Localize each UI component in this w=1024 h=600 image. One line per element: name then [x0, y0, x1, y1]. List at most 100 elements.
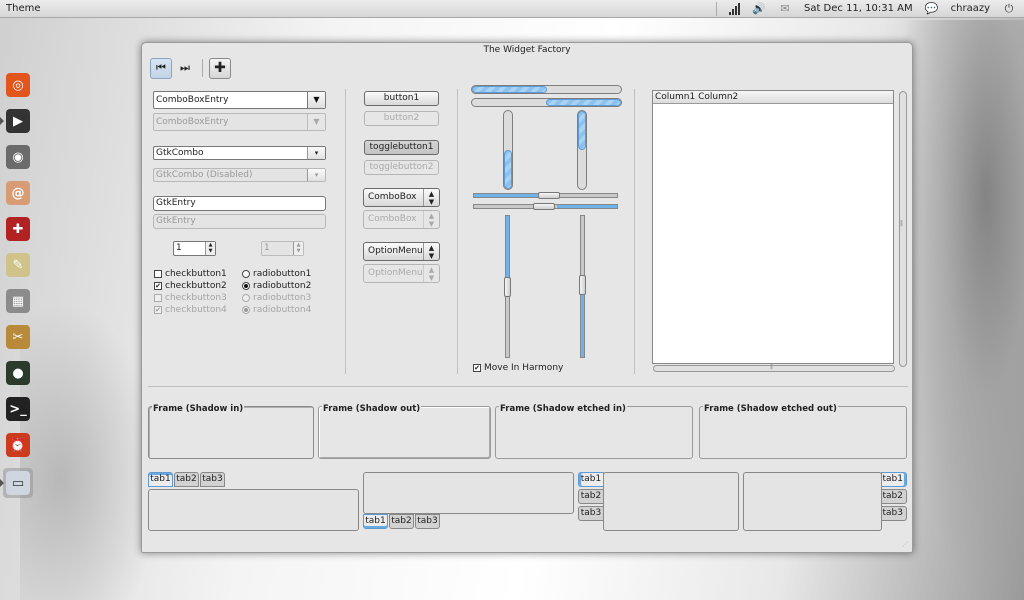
optionmenu-disabled-text: OptionMenu — [368, 268, 423, 278]
checkbutton[interactable]: ✔ checkbutton2 — [154, 280, 227, 292]
progress-fill — [504, 150, 512, 189]
checkbutton[interactable]: checkbutton1 — [154, 268, 227, 280]
optionmenu-text: OptionMenu — [368, 246, 423, 256]
go-last-icon: ⏭ — [180, 61, 190, 74]
notebook-tab[interactable]: tab1 — [881, 472, 907, 487]
combobox[interactable]: ComboBox ▲ ▼ — [363, 188, 440, 207]
launcher-item[interactable]: ◉ — [3, 142, 33, 172]
notebook-tab[interactable]: tab3 — [415, 514, 440, 529]
network-signal-icon[interactable] — [728, 2, 740, 15]
notebook-tab[interactable]: tab2 — [389, 514, 414, 529]
launcher-item[interactable]: ● — [3, 358, 33, 388]
notebook-tab[interactable]: tab2 — [881, 489, 907, 504]
launcher-item[interactable]: ⏰ — [3, 430, 33, 460]
launcher-item[interactable]: ✚ — [3, 214, 33, 244]
checkbox-checked-icon[interactable]: ✔ — [154, 282, 162, 290]
user-name[interactable]: chraazy — [951, 3, 990, 14]
mail-envelope-icon[interactable]: ✉ — [778, 2, 792, 15]
go-last-button[interactable]: ⏭ — [174, 58, 196, 79]
launcher-item[interactable]: ✂ — [3, 322, 33, 352]
notebook-tab[interactable]: tab1 — [363, 514, 388, 529]
comboboxentry-text: ComboBoxEntry — [156, 95, 229, 105]
radiobutton[interactable]: radiobutton2 — [242, 280, 311, 292]
checkbox-checked-icon[interactable]: ✔ — [473, 364, 481, 372]
window-title: The Widget Factory — [483, 45, 571, 55]
scroll-grip-icon: ‖ — [770, 363, 774, 370]
alarm-clock-icon: ⏰ — [6, 433, 30, 457]
tree-view[interactable]: Column1 Column2 ‖ ‖ — [652, 90, 907, 372]
gtkentry[interactable]: GtkEntry — [153, 196, 326, 211]
notebook-tab[interactable]: tab1 — [148, 472, 173, 487]
move-in-harmony-check[interactable]: ✔ Move In Harmony — [473, 362, 563, 374]
notebook-tab[interactable]: tab2 — [578, 489, 604, 504]
spin-arrows-icon[interactable]: ▲ ▼ — [205, 242, 215, 255]
launcher-item[interactable]: @ — [3, 178, 33, 208]
resize-grip-icon[interactable]: ⋰ — [902, 542, 912, 551]
checkbox-checked-icon: ✔ — [154, 306, 162, 314]
gtkcombo[interactable]: GtkCombo ▾ — [153, 146, 326, 160]
add-button[interactable]: ✚ — [209, 57, 231, 79]
power-icon[interactable]: ⏻ — [1002, 2, 1016, 15]
notebook-tab[interactable]: tab3 — [200, 472, 225, 487]
column-separator — [634, 89, 635, 374]
notebook-left-page — [603, 472, 739, 531]
go-first-button[interactable]: ⏮ — [150, 57, 172, 79]
notebook-tab[interactable]: tab3 — [578, 506, 604, 521]
up-down-arrows-icon: ▲ ▼ — [423, 265, 439, 282]
launcher-item[interactable]: >_ — [3, 394, 33, 424]
scale-handle[interactable] — [533, 203, 555, 210]
notebook-tab[interactable]: tab2 — [174, 472, 199, 487]
combobox-disabled-text: ComboBox — [368, 214, 417, 224]
top-panel: Theme 🔊 ✉ Sat Dec 11, 10:31 AM 💬 chraazy… — [0, 0, 1024, 18]
radiobutton-label: radiobutton3 — [253, 293, 312, 303]
checkbox-icon[interactable] — [154, 270, 162, 278]
launcher: ◎ ▶ ◉ @ ✚ ✎ ▦ ✂ ● >_ ⏰ ▭ — [0, 18, 36, 600]
notebook-tab-label: tab2 — [882, 491, 903, 501]
combobox-text: ComboBox — [368, 192, 417, 202]
up-down-arrows-icon[interactable]: ▲ ▼ — [423, 243, 439, 260]
launcher-item[interactable]: ◎ — [3, 70, 33, 100]
launcher-item[interactable]: ✎ — [3, 250, 33, 280]
scale-handle[interactable] — [504, 277, 511, 297]
scale-handle[interactable] — [538, 192, 560, 199]
column-header-1[interactable]: Column1 — [655, 92, 695, 102]
comboboxentry[interactable]: ComboBoxEntry ▼ — [153, 91, 326, 109]
progress-bar-horizontal-2 — [471, 98, 622, 107]
scale-handle[interactable] — [579, 275, 586, 295]
launcher-item[interactable]: ▦ — [3, 286, 33, 316]
text-editor-icon: ✎ — [6, 253, 30, 277]
launcher-item[interactable]: ▭ — [3, 468, 33, 498]
column-header-2[interactable]: Column2 — [698, 92, 738, 102]
volume-icon[interactable]: 🔊 — [752, 2, 766, 15]
launcher-item[interactable]: ▶ — [3, 106, 33, 136]
scroll-grip-icon: ‖ — [900, 220, 904, 227]
radio-icon[interactable] — [242, 270, 250, 278]
notebook-tab[interactable]: tab3 — [881, 506, 907, 521]
toolbar: ⏮ ⏭ ✚ — [150, 57, 231, 79]
button1[interactable]: button1 — [364, 91, 439, 106]
up-down-arrows-icon[interactable]: ▲ ▼ — [423, 189, 439, 206]
notebook-tab[interactable]: tab1 — [578, 472, 604, 487]
gtkcombo-disabled: GtkCombo (Disabled) ▾ — [153, 168, 326, 182]
progress-bar-vertical-2 — [577, 110, 587, 190]
spinbutton[interactable]: 1 ▲ ▼ — [173, 241, 216, 256]
vertical-scrollbar[interactable]: ‖ — [899, 91, 907, 367]
notebook-tab-label: tab2 — [176, 474, 197, 484]
radiobutton[interactable]: radiobutton1 — [242, 268, 311, 280]
chevron-down-icon[interactable]: ▼ — [307, 92, 325, 108]
globe-icon: ● — [6, 361, 30, 385]
window-icon: ▭ — [6, 471, 30, 495]
horizontal-scrollbar[interactable]: ‖ — [653, 363, 895, 372]
clock[interactable]: Sat Dec 11, 10:31 AM — [804, 3, 913, 14]
wallpaper-shade — [894, 20, 1024, 600]
optionmenu[interactable]: OptionMenu ▲ ▼ — [363, 242, 440, 261]
chevron-down-icon[interactable]: ▾ — [307, 147, 325, 159]
togglebutton1[interactable]: togglebutton1 — [364, 140, 439, 155]
shell-icon: @ — [6, 181, 30, 205]
chat-bubble-icon[interactable]: 💬 — [925, 2, 939, 15]
go-first-icon: ⏮ — [156, 61, 166, 74]
radio-selected-icon[interactable] — [242, 282, 250, 290]
workspace-switcher-icon: ✚ — [6, 217, 30, 241]
app-menu-title[interactable]: Theme — [0, 3, 716, 14]
radiobutton: radiobutton4 — [242, 304, 311, 316]
